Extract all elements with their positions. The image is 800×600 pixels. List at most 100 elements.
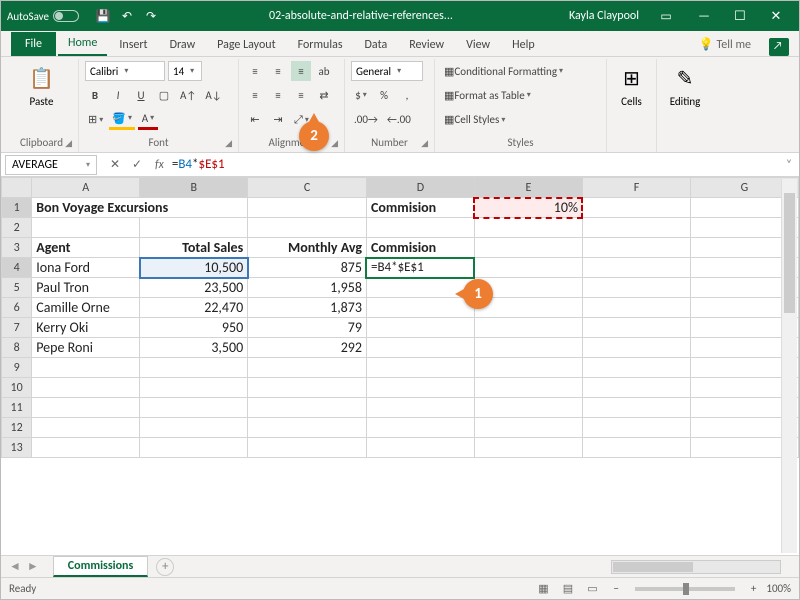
cell[interactable]: Kerry Oki (32, 318, 140, 338)
font-name-select[interactable]: Calibri (85, 61, 165, 81)
launcher-icon[interactable]: ◢ (421, 138, 428, 149)
sheet-prev-icon[interactable]: ◄ (9, 559, 21, 574)
border-bottom-icon[interactable]: ▢ (154, 85, 174, 105)
cell-e1[interactable]: 10% (474, 198, 582, 218)
autosave-toggle[interactable]: AutoSave (7, 10, 79, 23)
zoom-in-button[interactable]: + (751, 582, 756, 595)
cell[interactable]: Commision (366, 238, 474, 258)
row-header[interactable]: 5 (2, 278, 32, 298)
cell[interactable]: Pepe Roni (32, 338, 140, 358)
ribbon-options-icon[interactable]: ▭ (653, 9, 679, 24)
cell-d4-active[interactable]: =B4*$E$1 (366, 258, 474, 278)
undo-icon[interactable]: ↶ (119, 8, 135, 24)
font-color-button[interactable]: A (138, 110, 158, 130)
align-left-icon[interactable]: ≡ (245, 85, 265, 105)
accounting-format-icon[interactable]: $ (351, 85, 371, 105)
add-sheet-button[interactable]: + (156, 558, 174, 576)
cell[interactable]: Commision (366, 198, 474, 218)
cell-styles-button[interactable]: ▦ Cell Styles (441, 110, 508, 130)
launcher-icon[interactable]: ◢ (65, 138, 72, 149)
launcher-icon[interactable]: ◢ (225, 138, 232, 149)
tab-draw[interactable]: Draw (160, 34, 206, 56)
tell-me[interactable]: 💡 Tell me (689, 33, 761, 56)
cancel-formula-icon[interactable]: ✕ (105, 157, 125, 172)
col-header[interactable]: F (582, 178, 690, 198)
save-icon[interactable]: 💾 (95, 8, 111, 24)
align-right-icon[interactable]: ≡ (291, 85, 311, 105)
cell[interactable]: 79 (248, 318, 367, 338)
increase-indent-icon[interactable]: ⇥ (268, 110, 288, 130)
tab-help[interactable]: Help (502, 34, 545, 56)
cell[interactable]: Monthly Avg (248, 238, 367, 258)
sheet-tab-commissions[interactable]: Commissions (53, 556, 148, 577)
row-header[interactable]: 9 (2, 358, 32, 378)
tab-home[interactable]: Home (58, 32, 107, 56)
row-header[interactable]: 1 (2, 198, 32, 218)
col-header[interactable]: E (474, 178, 582, 198)
tab-data[interactable]: Data (355, 34, 398, 56)
close-button[interactable]: ✕ (759, 6, 793, 26)
maximize-button[interactable]: ☐ (723, 6, 757, 26)
vertical-scrollbar[interactable] (781, 179, 797, 553)
cell[interactable]: 950 (140, 318, 248, 338)
minimize-button[interactable]: — (687, 6, 721, 26)
cell[interactable]: Iona Ford (32, 258, 140, 278)
tab-review[interactable]: Review (399, 34, 454, 56)
cell[interactable]: 1,873 (248, 298, 367, 318)
align-middle-icon[interactable]: ≡ (268, 61, 288, 81)
horizontal-scrollbar[interactable] (611, 560, 781, 574)
merge-center-icon[interactable]: ⇄ (314, 85, 334, 105)
cell[interactable]: 22,470 (140, 298, 248, 318)
row-header[interactable]: 2 (2, 218, 32, 238)
tab-view[interactable]: View (456, 34, 500, 56)
worksheet-grid[interactable]: A B C D E F G 1 Bon Voyage Excursions Co… (1, 177, 799, 555)
align-top-icon[interactable]: ≡ (245, 61, 265, 81)
wrap-text-icon[interactable]: ab (314, 61, 334, 81)
col-header[interactable]: C (248, 178, 367, 198)
font-size-select[interactable]: 14 (168, 61, 202, 81)
format-as-table-button[interactable]: ▦ Format as Table (441, 85, 534, 105)
cell[interactable]: 292 (248, 338, 367, 358)
redo-icon[interactable]: ↷ (143, 8, 159, 24)
editing-button[interactable]: ✎Editing (663, 61, 707, 110)
cell[interactable]: 23,500 (140, 278, 248, 298)
cell[interactable]: 875 (248, 258, 367, 278)
tab-file[interactable]: File (11, 32, 56, 56)
decrease-decimal-icon[interactable]: ←.00 (384, 110, 414, 130)
cells-button[interactable]: ⊞Cells (613, 61, 650, 110)
zoom-out-button[interactable]: − (613, 582, 618, 595)
border-button[interactable]: ⊞ (85, 110, 106, 130)
cell[interactable]: Camille Orne (32, 298, 140, 318)
formula-input[interactable]: =B4*$E$1 (168, 157, 779, 172)
enter-formula-icon[interactable]: ✓ (127, 157, 147, 172)
page-layout-view-icon[interactable]: ▤ (557, 582, 579, 595)
toggle-off-icon[interactable] (53, 10, 79, 22)
launcher-icon[interactable]: ◢ (331, 138, 338, 149)
zoom-level[interactable]: 100% (766, 582, 791, 595)
paste-button[interactable]: 📋 Paste (11, 61, 72, 110)
cell[interactable] (248, 198, 367, 218)
align-center-icon[interactable]: ≡ (268, 85, 288, 105)
row-header[interactable]: 13 (2, 438, 32, 458)
comma-format-icon[interactable]: , (397, 85, 417, 105)
cell[interactable] (582, 198, 690, 218)
share-button[interactable] (769, 38, 789, 56)
italic-button[interactable]: I (108, 85, 128, 105)
row-header[interactable]: 11 (2, 398, 32, 418)
fx-icon[interactable]: fx (155, 158, 164, 172)
tab-page-layout[interactable]: Page Layout (207, 34, 285, 56)
row-header[interactable]: 12 (2, 418, 32, 438)
cell[interactable]: 1,958 (248, 278, 367, 298)
col-header[interactable]: D (366, 178, 474, 198)
zoom-slider[interactable] (635, 587, 735, 591)
conditional-formatting-button[interactable]: ▦ Conditional Formatting (441, 61, 566, 81)
number-format-select[interactable]: General (351, 61, 423, 81)
cell-b4[interactable]: 10,500 (140, 258, 248, 278)
row-header[interactable]: 4 (2, 258, 32, 278)
row-header[interactable]: 7 (2, 318, 32, 338)
cell[interactable]: Bon Voyage Excursions (32, 198, 248, 218)
bold-button[interactable]: B (85, 85, 105, 105)
tab-formulas[interactable]: Formulas (288, 34, 353, 56)
row-header[interactable]: 8 (2, 338, 32, 358)
expand-formula-bar-icon[interactable]: ˅ (779, 158, 799, 172)
